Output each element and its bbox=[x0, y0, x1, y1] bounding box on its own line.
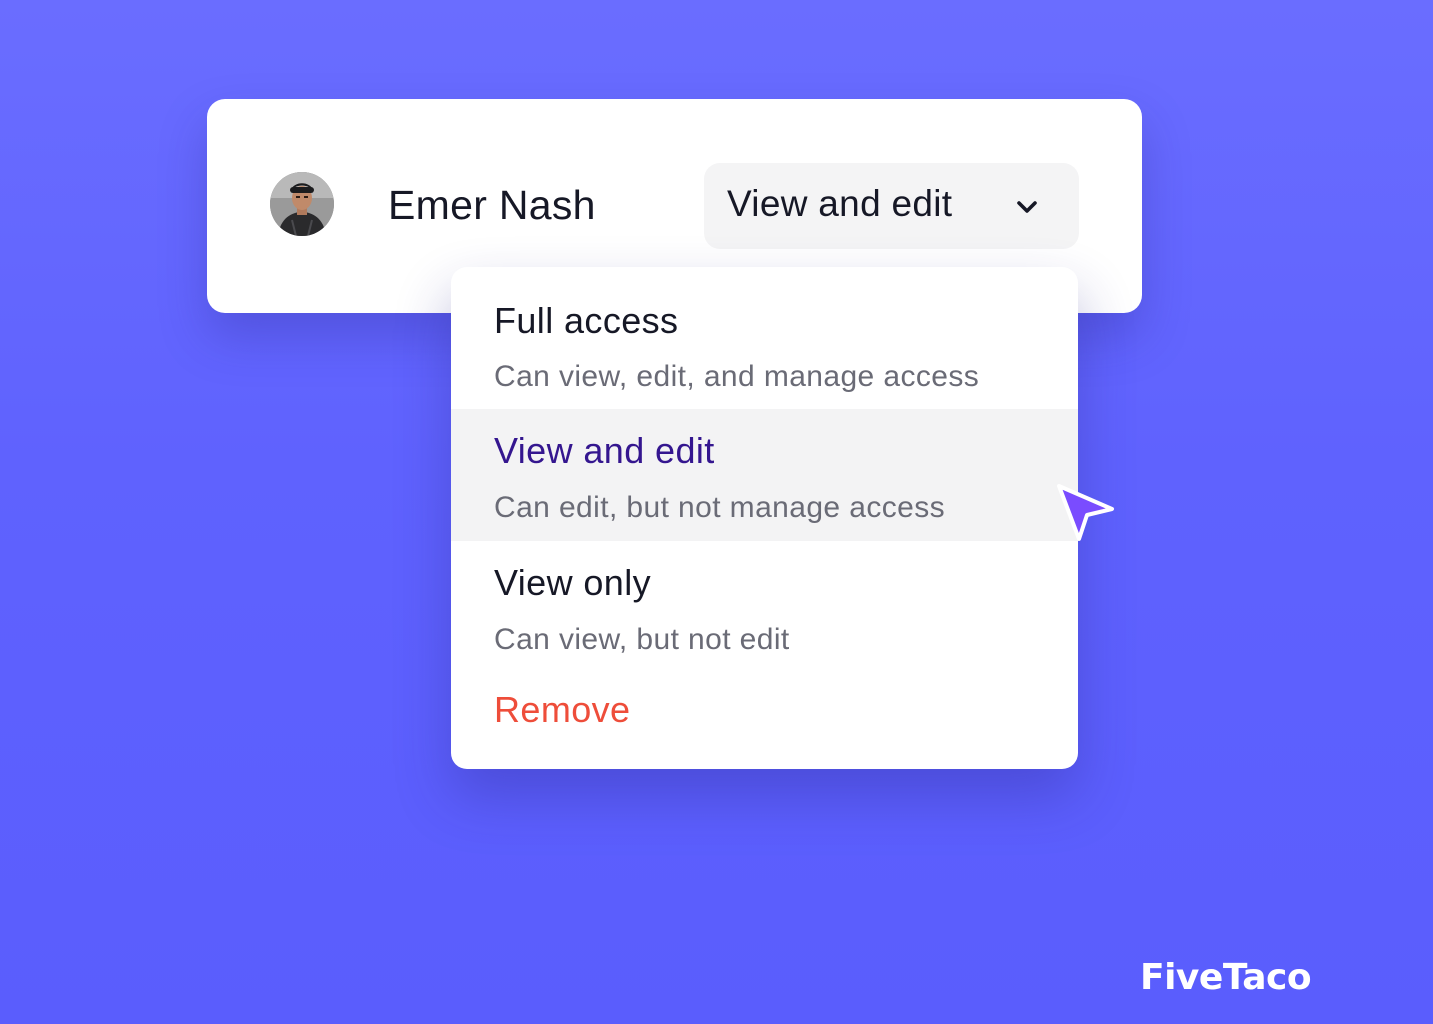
option-description: Can view, edit, and manage access bbox=[494, 360, 980, 393]
user-name: Emer Nash bbox=[388, 182, 596, 228]
permission-dropdown[interactable]: View and edit bbox=[704, 163, 1079, 249]
option-title: View and edit bbox=[494, 430, 715, 471]
option-description: Can view, but not edit bbox=[494, 623, 790, 656]
option-view-only[interactable]: View only Can view, but not edit bbox=[451, 541, 1078, 675]
permission-menu: Full access Can view, edit, and manage a… bbox=[451, 267, 1078, 769]
option-view-and-edit[interactable]: View and edit Can edit, but not manage a… bbox=[451, 409, 1078, 541]
remove-option[interactable]: Remove bbox=[494, 688, 630, 732]
option-full-access[interactable]: Full access Can view, edit, and manage a… bbox=[451, 267, 1078, 409]
option-title: Full access bbox=[494, 300, 679, 341]
option-title: View only bbox=[494, 562, 652, 603]
user-avatar bbox=[270, 172, 334, 236]
permission-dropdown-value: View and edit bbox=[727, 183, 953, 224]
brand-logo: FiveTaco bbox=[1140, 957, 1312, 998]
pointer-cursor-icon bbox=[1057, 484, 1114, 541]
chevron-down-icon bbox=[1017, 201, 1037, 213]
option-description: Can edit, but not manage access bbox=[494, 491, 946, 524]
